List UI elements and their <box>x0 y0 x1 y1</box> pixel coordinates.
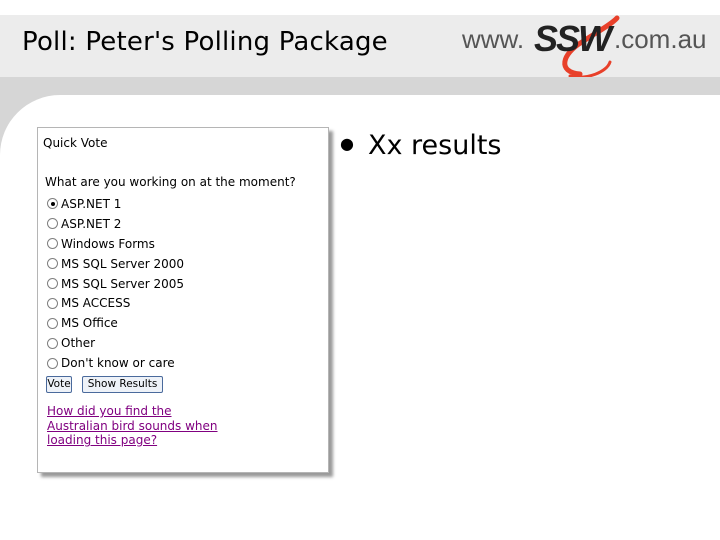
poll-option[interactable]: MS ACCESS <box>47 293 184 313</box>
poll-option-label: MS SQL Server 2000 <box>61 256 185 271</box>
vote-button[interactable]: Vote <box>46 376 72 393</box>
poll-option[interactable]: MS Office <box>47 313 184 333</box>
poll-option[interactable]: ASP.NET 1 <box>47 194 184 214</box>
radio-button-icon[interactable] <box>47 337 58 349</box>
slide-title: Poll: Peter's Polling Package <box>22 27 388 57</box>
quick-vote-panel: Quick Vote What are you working on at th… <box>37 127 329 473</box>
poll-question: What are you working on at the moment? <box>45 175 296 189</box>
radio-button-icon[interactable] <box>47 278 58 289</box>
poll-option[interactable]: Don't know or care <box>47 353 184 373</box>
poll-title: Quick Vote <box>43 136 108 150</box>
logo-prefix: www. <box>462 24 525 54</box>
radio-button-icon[interactable] <box>47 357 58 369</box>
radio-button-icon[interactable] <box>47 258 58 270</box>
poll-option[interactable]: MS SQL Server 2000 <box>47 254 184 274</box>
poll-option-label: Don't know or care <box>61 356 175 371</box>
bullet-text: Xx results <box>367 130 502 161</box>
poll-option-label: Other <box>61 336 96 351</box>
show-results-button[interactable]: Show Results <box>82 376 163 393</box>
poll-option-label: Windows Forms <box>61 236 155 251</box>
poll-options: ASP.NET 1 ASP.NET 2 Windows Forms MS SQL… <box>47 194 184 373</box>
logo-suffix: .com.au <box>614 24 707 54</box>
poll-option-label: ASP.NET 2 <box>61 216 122 231</box>
radio-button-icon[interactable] <box>47 238 58 250</box>
poll-option[interactable]: ASP.NET 2 <box>47 214 184 234</box>
radio-button-icon[interactable] <box>47 198 58 210</box>
bullet-icon: ● <box>340 134 354 153</box>
bird-sounds-link[interactable]: How did you find the Australian bird sou… <box>47 404 222 448</box>
radio-button-icon[interactable] <box>47 317 58 329</box>
header-band <box>0 77 720 95</box>
poll-option-label: MS Office <box>61 316 118 331</box>
ssw-logo: www. SSW .com.au <box>462 14 720 80</box>
poll-option[interactable]: Windows Forms <box>47 234 184 254</box>
poll-option-label: MS SQL Server 2005 <box>61 276 185 291</box>
radio-button-icon[interactable] <box>47 218 58 230</box>
bullet-item: ● Xx results <box>340 130 501 161</box>
radio-button-icon[interactable] <box>47 297 58 309</box>
poll-option-label: ASP.NET 1 <box>61 196 122 211</box>
poll-option[interactable]: MS SQL Server 2005 <box>47 274 184 294</box>
poll-option[interactable]: Other <box>47 333 184 353</box>
poll-option-label: MS ACCESS <box>61 296 131 311</box>
logo-brand: SSW <box>534 18 612 59</box>
